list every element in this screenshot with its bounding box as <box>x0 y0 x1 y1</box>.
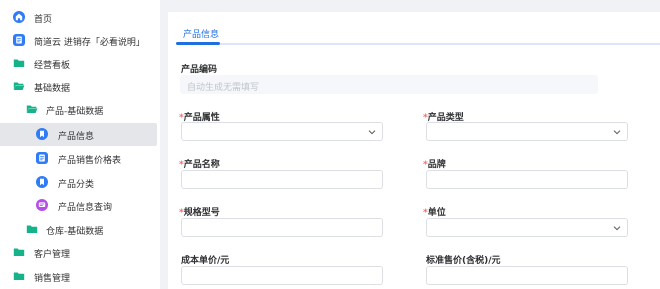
sidebar-item-basic-data[interactable]: 基础数据 <box>0 75 157 98</box>
label-text: 单位 <box>427 208 446 218</box>
folder-icon <box>26 223 38 235</box>
product-code-input: 自动生成无需填写 <box>180 75 598 94</box>
sidebar-item-customer-mgmt[interactable]: 客户管理 <box>0 241 157 264</box>
brand-input[interactable] <box>426 170 628 189</box>
bookmark-icon <box>36 128 48 140</box>
sidebar: 首页 简道云 进销存「必看说明」 经营看板 基础数据 产品-基础数据 产品信息 <box>0 0 160 289</box>
sidebar-item-label: 经营看板 <box>34 61 71 71</box>
sidebar-item-warehouse-basic-data[interactable]: 仓库-基础数据 <box>0 218 157 241</box>
sidebar-item-label: 首页 <box>34 15 53 25</box>
form-panel: 产品信息 产品编码 自动生成无需填写 *产品属性 *产品类型 *产品名称 *品牌… <box>168 12 660 289</box>
document-icon <box>13 34 25 46</box>
sidebar-item-label: 简道云 进销存「必看说明」 <box>34 38 145 48</box>
product-name-input[interactable] <box>181 170 383 189</box>
sidebar-item-product-basic-data[interactable]: 产品-基础数据 <box>0 98 157 121</box>
spec-model-input[interactable] <box>181 218 383 237</box>
sidebar-item-label: 产品销售价格表 <box>58 156 122 166</box>
cost-price-input[interactable] <box>181 266 383 285</box>
label-text: 品牌 <box>427 160 446 170</box>
sidebar-item-label: 产品-基础数据 <box>46 107 104 117</box>
brand-label: *品牌 <box>423 157 446 170</box>
product-code-label: 产品编码 <box>181 65 218 75</box>
tab-active-indicator <box>176 42 220 45</box>
folder-icon <box>13 270 25 282</box>
document-icon <box>36 152 48 164</box>
sidebar-item-guide[interactable]: 简道云 进销存「必看说明」 <box>0 29 157 52</box>
sidebar-item-label: 销售管理 <box>34 274 71 284</box>
sidebar-item-sales-mgmt[interactable]: 销售管理 <box>0 265 157 288</box>
product-code-placeholder: 自动生成无需填写 <box>187 83 260 93</box>
chevron-down-icon <box>368 130 376 135</box>
chevron-down-icon <box>613 130 621 135</box>
home-icon <box>13 11 25 23</box>
cost-price-label: 成本单价/元 <box>181 256 230 266</box>
sidebar-item-product-query[interactable]: 产品信息查询 <box>0 194 157 217</box>
unit-label: *单位 <box>423 205 446 218</box>
tab-product-info[interactable]: 产品信息 <box>183 27 219 40</box>
sidebar-item-dashboard[interactable]: 经营看板 <box>0 52 157 75</box>
message-icon <box>36 199 48 211</box>
spec-model-label: *规格型号 <box>179 205 220 218</box>
product-attribute-select[interactable] <box>181 122 383 141</box>
sidebar-item-home[interactable]: 首页 <box>0 6 157 29</box>
sidebar-item-label: 产品信息查询 <box>58 203 113 213</box>
folder-icon <box>13 57 25 69</box>
tab-divider <box>220 43 660 45</box>
sidebar-item-product-category[interactable]: 产品分类 <box>0 171 157 194</box>
standard-price-input[interactable] <box>426 266 628 285</box>
sidebar-item-label: 产品信息 <box>58 132 95 142</box>
folder-open-icon <box>13 80 25 92</box>
sidebar-item-label: 基础数据 <box>34 84 71 94</box>
sidebar-item-label: 客户管理 <box>34 250 71 260</box>
sidebar-item-price-list[interactable]: 产品销售价格表 <box>0 147 157 170</box>
product-type-select[interactable] <box>426 122 628 141</box>
chevron-down-icon <box>613 226 621 231</box>
unit-select[interactable] <box>426 218 628 237</box>
sidebar-item-label: 产品分类 <box>58 180 95 190</box>
label-text: 产品名称 <box>183 160 220 170</box>
standard-price-label: 标准售价(含税)/元 <box>426 256 501 266</box>
bookmark-icon <box>36 176 48 188</box>
sidebar-item-product-info[interactable]: 产品信息 <box>0 123 157 146</box>
tab-bar: 产品信息 <box>168 12 660 47</box>
label-text: 规格型号 <box>183 208 220 218</box>
folder-open-icon <box>26 103 38 115</box>
folder-icon <box>13 246 25 258</box>
product-name-label: *产品名称 <box>179 157 220 170</box>
sidebar-item-label: 仓库-基础数据 <box>46 227 104 237</box>
